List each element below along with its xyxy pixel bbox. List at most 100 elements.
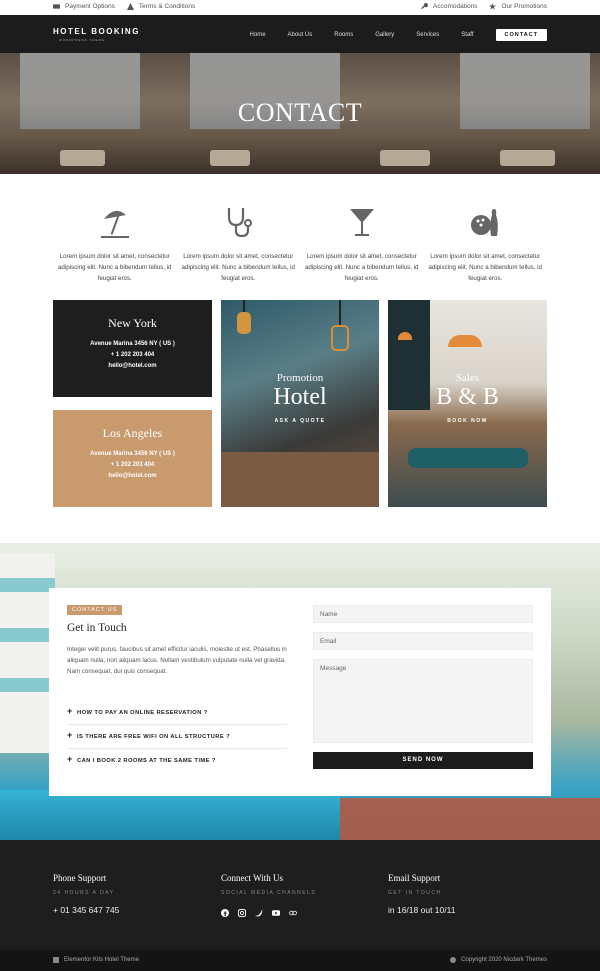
nav-item-rooms[interactable]: Rooms bbox=[334, 32, 353, 38]
nav-item-gallery[interactable]: Gallery bbox=[375, 32, 394, 38]
phone-number[interactable]: + 01 345 647 745 bbox=[53, 905, 119, 915]
name-field[interactable]: Name bbox=[313, 605, 533, 623]
nav-item-about-us[interactable]: About Us bbox=[288, 32, 313, 38]
contact-title: Get in Touch bbox=[67, 622, 127, 634]
main-navbar: HOTEL BOOKING WORDPRESS THEME Home About… bbox=[0, 15, 600, 53]
email-support-column: Email Support GET IN TOUCH in 16/18 out … bbox=[388, 873, 455, 915]
message-field[interactable]: Message bbox=[313, 659, 533, 743]
pendant-lamp bbox=[237, 312, 251, 334]
new-york-card: New York Avenue Marina 3456 NY ( US ) + … bbox=[53, 300, 212, 397]
city-email: hello@hotel.com bbox=[108, 473, 157, 479]
hero-banner: CONTACT bbox=[0, 53, 600, 174]
contact-button[interactable]: CONTACT bbox=[495, 29, 547, 41]
footer: Phone Support 24 HOURS A DAY + 01 345 64… bbox=[0, 840, 600, 950]
faq-item[interactable]: + IS THERE ARE FREE WIFI ON ALL STRUCTURE… bbox=[67, 725, 287, 749]
faq-question: CAN I BOOK 2 ROOMS AT THE SAME TIME ? bbox=[77, 758, 216, 764]
features-row: Lorem ipsum dolor sit amet, consectetur … bbox=[53, 205, 547, 284]
twitter-icon[interactable] bbox=[255, 904, 263, 917]
footer-heading: Phone Support bbox=[53, 873, 107, 883]
beach-umbrella-icon bbox=[100, 210, 129, 238]
warning-icon bbox=[126, 3, 134, 10]
copyright-label: Copyright 2020 Nicdark Themes bbox=[461, 957, 547, 963]
page-title: CONTACT bbox=[237, 98, 363, 127]
lamp-cord bbox=[243, 300, 245, 312]
social-icons bbox=[221, 904, 316, 918]
promotions-link[interactable]: Our Promotions bbox=[489, 3, 547, 10]
feature-text: Lorem ipsum dolor sit amet, consectetur … bbox=[57, 253, 172, 282]
send-now-button[interactable]: SEND NOW bbox=[313, 752, 533, 769]
bowling-icon bbox=[471, 209, 499, 236]
facebook-icon[interactable] bbox=[221, 904, 229, 917]
feature-item: Lorem ipsum dolor sit amet, consectetur … bbox=[53, 205, 177, 284]
balcony bbox=[0, 628, 55, 642]
theme-credit[interactable]: Elementor Kits Hotel Theme bbox=[53, 957, 139, 963]
nav-item-home[interactable]: Home bbox=[250, 32, 266, 38]
credit-card-icon bbox=[53, 4, 60, 9]
promotion-hotel-card[interactable]: Promotion Hotel ASK A QUOTE bbox=[221, 300, 379, 507]
copyright-icon bbox=[450, 957, 457, 963]
sales-bnb-card[interactable]: Sales B & B BOOK NOW bbox=[388, 300, 547, 507]
feature-text: Lorem ipsum dolor sit amet, consectetur … bbox=[181, 253, 295, 282]
contact-paragraph: Integer velit purus, faucibus sit amet e… bbox=[67, 646, 287, 675]
bottom-bar: Elementor Kits Hotel Theme Copyright 202… bbox=[0, 950, 600, 971]
footer-heading: Email Support bbox=[388, 873, 441, 883]
faq-item[interactable]: + CAN I BOOK 2 ROOMS AT THE SAME TIME ? bbox=[67, 749, 287, 773]
contact-us-tag: CONTACT US bbox=[67, 605, 123, 615]
feature-item: Lorem ipsum dolor sit amet, consectetur … bbox=[177, 205, 301, 284]
table-surface bbox=[221, 452, 379, 507]
accomodations-label: Accomodations bbox=[433, 3, 478, 10]
city-address: Avenue Marina 3456 NY ( US ) bbox=[90, 341, 175, 347]
contact-panel: CONTACT US Get in Touch Integer velit pu… bbox=[49, 588, 551, 796]
promotion-small-label: Promotion bbox=[276, 372, 324, 384]
teal-table bbox=[408, 448, 528, 468]
city-phone: + 1 202 203 404 bbox=[110, 352, 155, 358]
promotion-label-group: Promotion Hotel ASK A QUOTE bbox=[221, 372, 379, 424]
lamp-cord bbox=[339, 300, 341, 325]
city-name: Los Angeles bbox=[102, 426, 163, 440]
hero-chair bbox=[380, 150, 430, 166]
swimming-pool bbox=[0, 790, 340, 840]
instagram-icon[interactable] bbox=[237, 904, 247, 918]
faq-question: HOW TO PAY AN ONLINE RESERVATION ? bbox=[77, 710, 208, 716]
feature-item: Lorem ipsum dolor sit amet, consectetur … bbox=[424, 205, 548, 284]
terms-link[interactable]: Terms & Conditions bbox=[126, 3, 195, 10]
hotel-building bbox=[0, 553, 55, 753]
footer-heading: Connect With Us bbox=[221, 873, 283, 883]
theme-credit-label: Elementor Kits Hotel Theme bbox=[64, 957, 139, 963]
feature-item: Lorem ipsum dolor sit amet, consectetur … bbox=[300, 205, 424, 284]
hero-chair bbox=[210, 150, 250, 166]
pendant-lamp bbox=[398, 332, 412, 340]
city-phone: + 1 202 203 404 bbox=[110, 462, 155, 468]
book-now-link[interactable]: BOOK NOW bbox=[388, 418, 547, 424]
main-menu: Home About Us Rooms Gallery Services Sta… bbox=[228, 29, 547, 41]
accomodations-link[interactable]: Accomodations bbox=[421, 3, 477, 10]
payment-options-label: Payment Options bbox=[65, 3, 115, 10]
pool-deck bbox=[340, 798, 600, 840]
balcony bbox=[0, 678, 55, 692]
feature-text: Lorem ipsum dolor sit amet, consectetur … bbox=[304, 253, 419, 282]
elementor-icon bbox=[53, 957, 59, 963]
ask-a-quote-link[interactable]: ASK A QUOTE bbox=[221, 418, 379, 424]
faq-item[interactable]: + HOW TO PAY AN ONLINE RESERVATION ? bbox=[67, 701, 287, 725]
sales-label-group: Sales B & B BOOK NOW bbox=[388, 372, 547, 424]
footer-subheading: SOCIAL MEDIA CHANNELS bbox=[221, 890, 317, 896]
tripadvisor-icon[interactable] bbox=[289, 904, 297, 916]
email-field[interactable]: Email bbox=[313, 632, 533, 650]
city-email: hello@hotel.com bbox=[108, 363, 157, 369]
plus-icon: + bbox=[67, 706, 73, 716]
cocktail-icon bbox=[349, 209, 374, 236]
nav-item-staff[interactable]: Staff bbox=[461, 32, 473, 38]
hero-chair bbox=[500, 150, 555, 166]
connect-column: Connect With Us SOCIAL MEDIA CHANNELS bbox=[221, 873, 317, 918]
balcony bbox=[0, 578, 55, 592]
stethoscope-icon bbox=[228, 208, 253, 238]
nav-item-services[interactable]: Services bbox=[416, 32, 439, 38]
top-utility-bar: Payment Options Terms & Conditions Accom… bbox=[0, 0, 600, 15]
youtube-icon[interactable] bbox=[272, 904, 280, 916]
sales-big-label: B & B bbox=[436, 384, 499, 410]
city-name: New York bbox=[108, 316, 157, 330]
payment-options-link[interactable]: Payment Options bbox=[53, 3, 115, 10]
email-support-value: in 16/18 out 10/11 bbox=[388, 905, 456, 915]
phone-support-column: Phone Support 24 HOURS A DAY + 01 345 64… bbox=[53, 873, 119, 915]
site-logo[interactable]: HOTEL BOOKING bbox=[53, 27, 140, 36]
